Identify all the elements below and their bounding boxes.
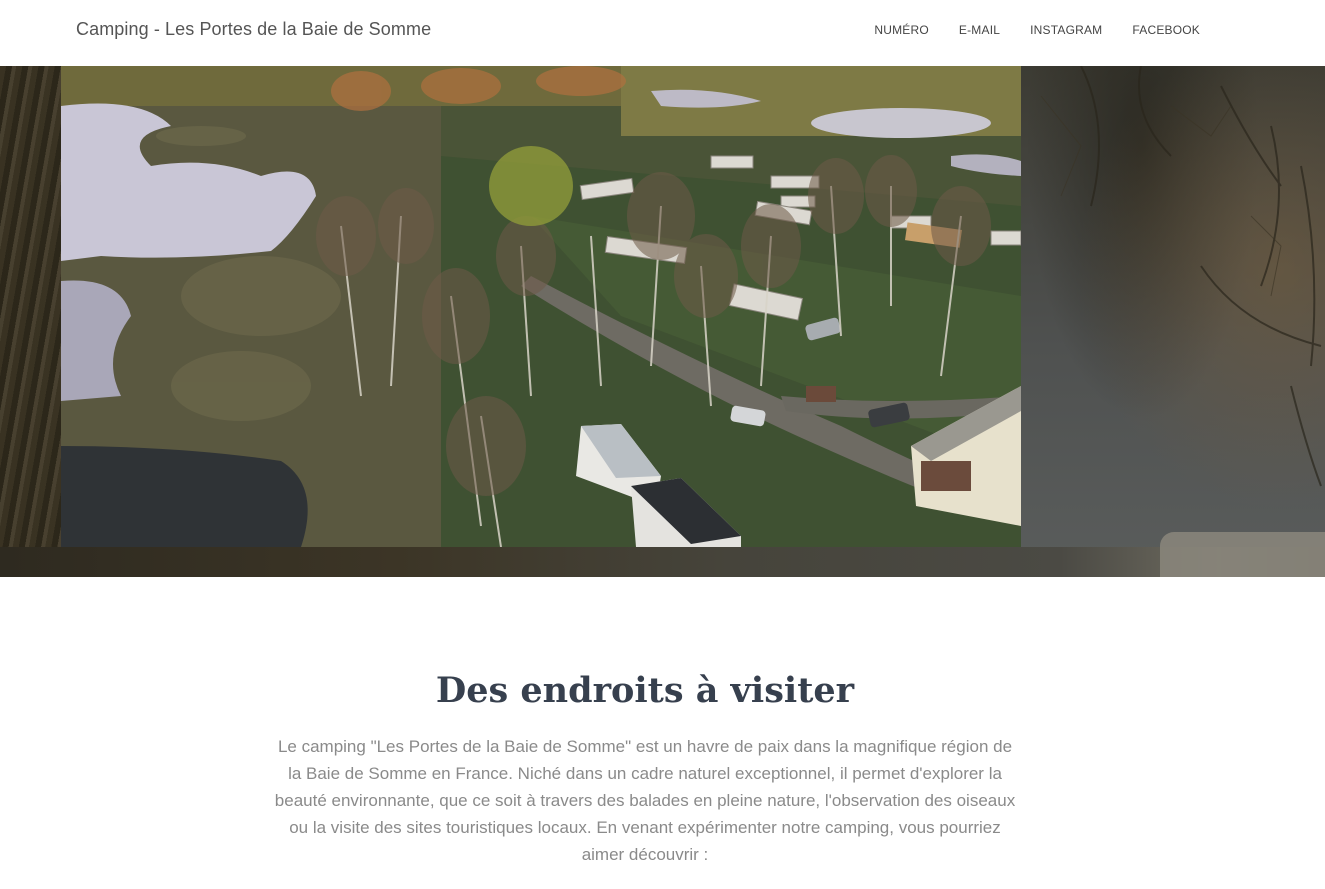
hero-background-caravan (1160, 532, 1325, 577)
nav-link-email[interactable]: E-MAIL (959, 23, 1000, 37)
hero-section (0, 66, 1325, 577)
hero-background-branches (1040, 66, 1322, 487)
section-title: Des endroits à visiter (435, 670, 855, 711)
site-brand-link[interactable]: Camping - Les Portes de la Baie de Somme (76, 19, 431, 40)
section-description: Le camping "Les Portes de la Baie de Som… (274, 737, 1016, 864)
hero-background-left (0, 66, 62, 577)
places-to-visit-section: Des endroits à visiter Le camping "Les P… (0, 577, 1325, 889)
hero-background-bottom (0, 547, 1325, 577)
top-navbar: Camping - Les Portes de la Baie de Somme… (0, 0, 1325, 66)
nav-links: NUMÉRO E-MAIL INSTAGRAM FACEBOOK (874, 23, 1200, 37)
nav-link-facebook[interactable]: FACEBOOK (1132, 23, 1200, 37)
nav-link-instagram[interactable]: INSTAGRAM (1030, 23, 1102, 37)
aerial-campsite-photo (61, 66, 1021, 547)
nav-link-numero[interactable]: NUMÉRO (874, 23, 929, 37)
